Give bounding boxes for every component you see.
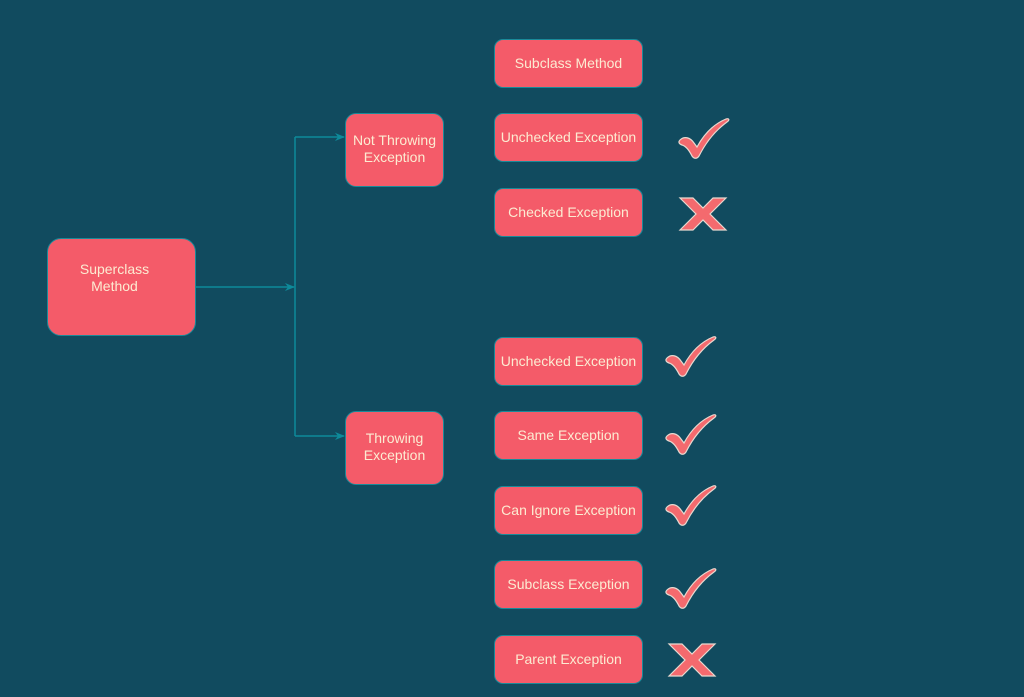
item-label: Subclass Method	[514, 55, 623, 71]
branch-label-line1: Throwing	[365, 430, 424, 446]
check-icon	[665, 568, 717, 609]
root-node-superclass-method[interactable]: Superclass Method	[47, 238, 196, 336]
branch-label-line2: Exception	[363, 149, 426, 165]
item-node-unchecked-exception[interactable]: Unchecked Exception	[494, 337, 643, 386]
item-node-unchecked-exception[interactable]: Unchecked Exception	[494, 113, 643, 162]
check-icon	[665, 336, 717, 377]
item-label: Can Ignore Exception	[501, 502, 636, 518]
root-label-line1: Superclass	[79, 261, 150, 277]
branch-node-throwing[interactable]: Throwing Exception	[345, 411, 444, 485]
item-label: Parent Exception	[515, 651, 622, 667]
branch-node-not-throwing[interactable]: Not Throwing Exception	[345, 113, 444, 187]
item-node-subclass-method[interactable]: Subclass Method	[494, 39, 643, 88]
item-node-same-exception[interactable]: Same Exception	[494, 411, 643, 460]
cross-icon	[667, 643, 717, 677]
check-icon	[665, 414, 717, 455]
check-icon	[665, 485, 717, 526]
branch-label-line1: Not Throwing	[352, 132, 436, 148]
item-node-can-ignore-exception[interactable]: Can Ignore Exception	[494, 486, 643, 535]
item-label: Subclass Exception	[507, 576, 630, 592]
branch-label-line2: Exception	[363, 447, 426, 463]
item-label: Unchecked Exception	[500, 129, 637, 145]
item-node-subclass-exception[interactable]: Subclass Exception	[494, 560, 643, 609]
cross-icon	[678, 197, 728, 231]
item-label: Unchecked Exception	[500, 353, 637, 369]
item-node-parent-exception[interactable]: Parent Exception	[494, 635, 643, 684]
check-icon	[678, 118, 730, 159]
item-label: Checked Exception	[508, 204, 629, 220]
item-node-checked-exception[interactable]: Checked Exception	[494, 188, 643, 237]
root-label-line2: Method	[91, 278, 138, 294]
item-label: Same Exception	[517, 427, 620, 443]
